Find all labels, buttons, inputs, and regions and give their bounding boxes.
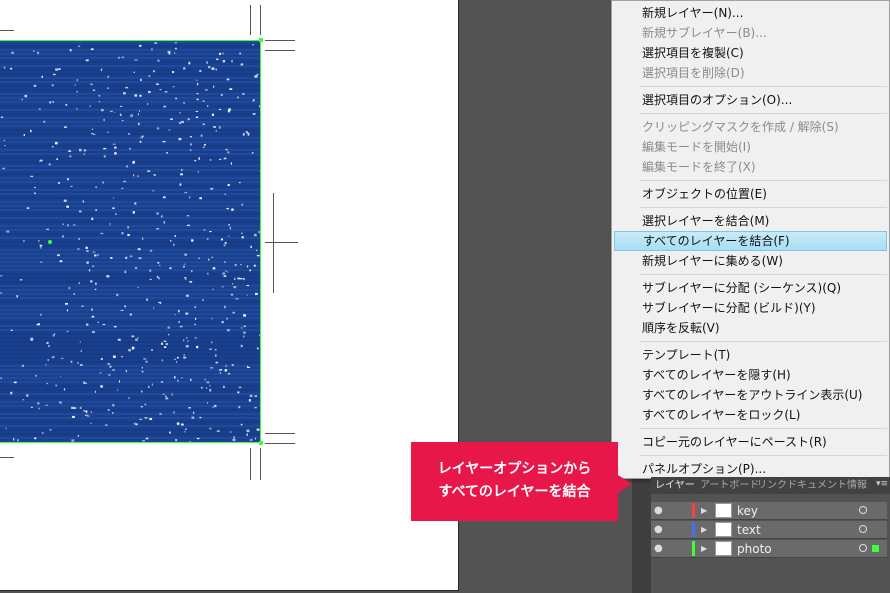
crop-mark: [265, 443, 295, 444]
menu-item: 選択項目を削除(D): [642, 66, 745, 80]
layer-thumbnail: [715, 522, 732, 537]
menu-item[interactable]: 新規レイヤー(N)...: [612, 3, 889, 23]
layers-panel-menu: 新規レイヤー(N)... 新規サブレイヤー(B)... 選択項目を複製(C) 選択項目…: [611, 0, 890, 479]
visibility-eye-icon[interactable]: ●: [654, 524, 663, 536]
crop-mark: [265, 50, 295, 51]
crop-mark: [0, 30, 14, 31]
expand-triangle-icon[interactable]: ▶: [701, 543, 707, 555]
layer-thumbnail: [715, 503, 732, 518]
expand-triangle-icon[interactable]: ▶: [701, 505, 707, 517]
layer-name[interactable]: text: [737, 522, 761, 538]
menu-item[interactable]: すべてのレイヤーを隠す(H): [612, 365, 889, 385]
menu-separator: [640, 455, 887, 456]
water-texture: [0, 41, 260, 442]
menu-item[interactable]: 選択レイヤーを結合(M): [612, 211, 889, 231]
layer-row[interactable]: ● ▶ photo: [651, 540, 887, 558]
crop-mark: [265, 40, 295, 41]
crop-mark: [0, 457, 14, 458]
layer-color-bar: [692, 541, 695, 556]
menu-item[interactable]: 選択項目を複製(C): [612, 43, 889, 63]
menu-item: 編集モードを開始(I): [642, 140, 751, 154]
panel-tabs: レイヤー アートボード リンク ドキュメント情報 ▾≡: [651, 477, 890, 494]
menu-item[interactable]: 新規レイヤーに集める(W): [612, 251, 889, 271]
menu-item[interactable]: オブジェクトの位置(E): [612, 184, 889, 204]
menu-item[interactable]: 選択項目のオプション(O)...: [612, 90, 889, 110]
crop-mark: [260, 5, 261, 35]
menu-separator: [640, 86, 887, 87]
crop-mark: [250, 5, 251, 35]
anchor-top-right: [259, 38, 263, 42]
crop-mark: [250, 448, 251, 480]
layer-color-bar: [692, 503, 695, 518]
menu-item[interactable]: サブレイヤーに分配 (シーケンス)(Q): [612, 278, 889, 298]
annotation-callout: レイヤーオプションから すべてのレイヤーを結合: [411, 442, 618, 521]
expand-triangle-icon[interactable]: ▶: [701, 524, 707, 536]
tab-artboards[interactable]: アートボード: [700, 477, 759, 494]
layer-row[interactable]: ● ▶ text: [651, 521, 887, 539]
tab-links[interactable]: リンク: [757, 477, 787, 494]
tab-layers[interactable]: レイヤー: [655, 477, 695, 494]
menu-item[interactable]: すべてのレイヤーをロック(L): [612, 405, 889, 425]
menu-item[interactable]: すべてのレイヤーを結合(F): [614, 231, 887, 251]
panel-menu-icon[interactable]: ▾≡: [876, 479, 888, 489]
menu-separator: [640, 428, 887, 429]
menu-separator: [640, 341, 887, 342]
menu-separator: [640, 274, 887, 275]
target-circle-icon[interactable]: [859, 506, 867, 514]
callout-line-1: レイヤーオプションから: [437, 461, 592, 477]
target-circle-icon[interactable]: [859, 544, 867, 552]
crop-mark-center: [265, 242, 298, 243]
layer-name[interactable]: key: [737, 503, 758, 519]
menu-separator: [640, 180, 887, 181]
menu-item: 編集モードを終了(X): [642, 160, 756, 174]
layer-row[interactable]: ● ▶ key: [651, 502, 887, 520]
crop-mark: [260, 448, 261, 480]
menu-item[interactable]: パネルオプション(P)...: [612, 459, 889, 479]
target-circle-icon[interactable]: [859, 525, 867, 533]
menu-separator: [640, 207, 887, 208]
menu-item[interactable]: テンプレート(T): [612, 345, 889, 365]
crop-mark: [265, 433, 295, 434]
anchor-bottom-right: [259, 441, 263, 445]
menu-item[interactable]: コピー元のレイヤーにペースト(R): [612, 432, 889, 452]
callout-line-2: すべてのレイヤーを結合: [438, 484, 591, 500]
menu-item[interactable]: 順序を反転(V): [612, 318, 889, 338]
layers-panel: レイヤー アートボード リンク ドキュメント情報 ▾≡ ● ▶ key ● ▶ text ●…: [651, 477, 890, 593]
layer-color-bar: [692, 522, 695, 537]
menu-separator: [640, 113, 887, 114]
menu-item: 新規サブレイヤー(B)...: [642, 26, 767, 40]
tab-document-info[interactable]: ドキュメント情報: [787, 477, 867, 494]
menu-item[interactable]: サブレイヤーに分配 (ビルド)(Y): [612, 298, 889, 318]
visibility-eye-icon[interactable]: ●: [654, 543, 663, 555]
artboard-canvas[interactable]: [0, 0, 459, 591]
center-point: [48, 240, 52, 244]
water-photo[interactable]: [0, 40, 261, 443]
layer-thumbnail: [715, 541, 732, 556]
menu-item[interactable]: すべてのレイヤーをアウトライン表示(U): [612, 385, 889, 405]
selection-indicator: [872, 545, 879, 552]
layer-name[interactable]: photo: [737, 541, 772, 557]
menu-item: クリッピングマスクを作成 / 解除(S): [642, 120, 839, 134]
visibility-eye-icon[interactable]: ●: [654, 505, 663, 517]
callout-arrow: [618, 475, 632, 493]
crop-mark-center: [273, 193, 274, 293]
